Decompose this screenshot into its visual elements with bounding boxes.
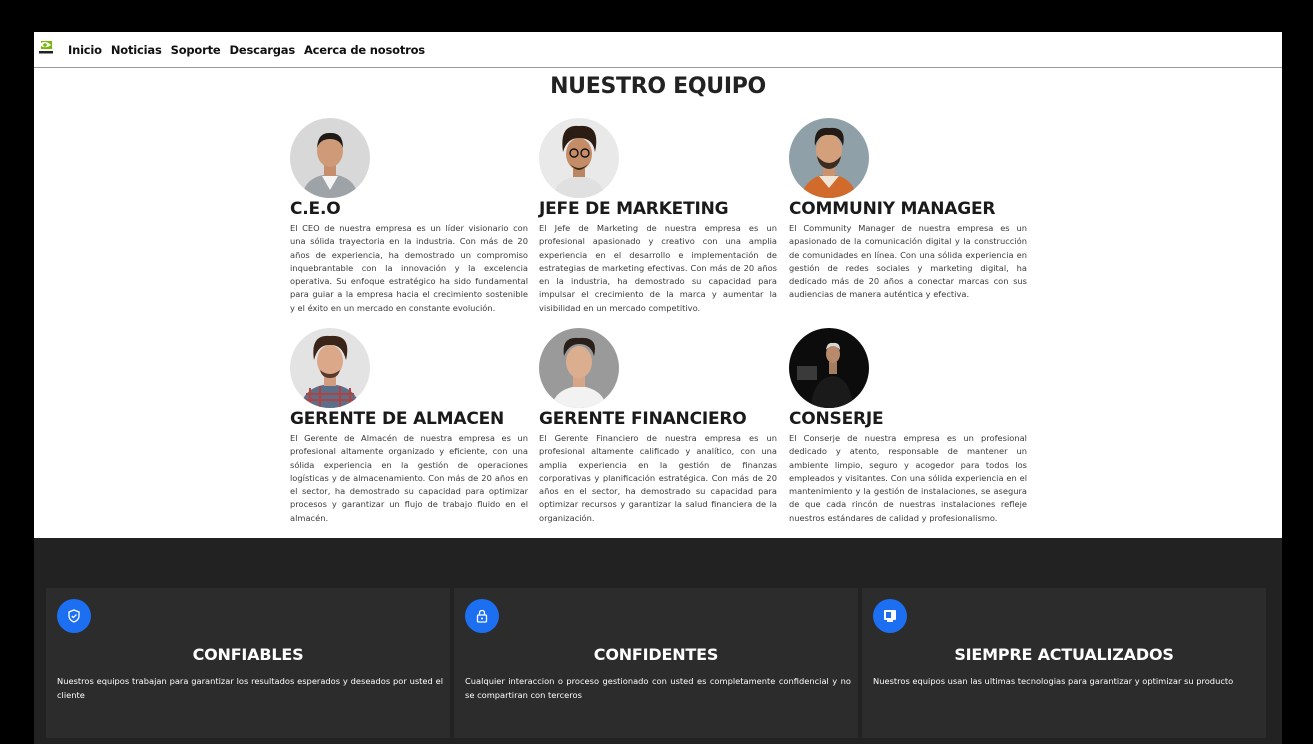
ceo-photo: [290, 118, 370, 198]
lock-icon: [465, 599, 499, 633]
member-description: El Conserje de nuestra empresa es un pro…: [789, 433, 1027, 523]
community-photo: [789, 118, 869, 198]
conserje-photo: [789, 328, 869, 408]
member-description: El CEO de nuestra empresa es un líder vi…: [290, 223, 528, 313]
almacen-photo: [290, 328, 370, 408]
member-title: CONSERJE: [789, 409, 884, 429]
member-title: JEFE DE MARKETING: [539, 199, 729, 219]
feature-title: CONFIABLES: [192, 645, 304, 664]
team-section-title: NUESTRO EQUIPO: [550, 74, 766, 99]
feature-card-confidentes: CONFIDENTES Cualquier interaccion o proc…: [454, 588, 858, 738]
nav-link-soporte[interactable]: Soporte: [171, 43, 221, 57]
team-member-conserje: CONSERJE El Conserje de nuestra empresa …: [789, 328, 1027, 525]
monitor-icon: [873, 599, 907, 633]
marketing-photo: [539, 118, 619, 198]
member-title: COMMUNIY MANAGER: [789, 199, 996, 219]
member-title: GERENTE DE ALMACEN: [290, 409, 505, 429]
page: Inicio Noticias Soporte Descargas Acerca…: [34, 32, 1282, 744]
feature-text: Nuestros equipos usan las ultimas tecnol…: [873, 676, 1234, 686]
nav-link-noticias[interactable]: Noticias: [111, 43, 162, 57]
feature-card-confiables: CONFIABLES Nuestros equipos trabajan par…: [46, 588, 450, 738]
member-description: El Jefe de Marketing de nuestra empresa …: [539, 223, 777, 313]
team-member-marketing: JEFE DE MARKETING El Jefe de Marketing d…: [539, 118, 777, 315]
team-member-ceo: C.E.O El CEO de nuestra empresa es un lí…: [290, 118, 528, 315]
nav-link-inicio[interactable]: Inicio: [68, 43, 102, 57]
nav-link-acerca[interactable]: Acerca de nosotros: [304, 43, 425, 57]
feature-text: Cualquier interaccion o proceso gestiona…: [465, 676, 851, 700]
financiero-photo: [539, 328, 619, 408]
nvidia-logo-icon[interactable]: [38, 40, 54, 55]
shield-check-icon: [57, 599, 91, 633]
feature-text: Nuestros equipos trabajan para garantiza…: [57, 676, 443, 700]
navbar: Inicio Noticias Soporte Descargas Acerca…: [34, 32, 1282, 68]
member-description: El Gerente de Almacén de nuestra empresa…: [290, 433, 528, 523]
member-description: El Community Manager de nuestra empresa …: [789, 223, 1027, 300]
team-member-almacen: GERENTE DE ALMACEN El Gerente de Almacén…: [290, 328, 528, 525]
member-title: GERENTE FINANCIERO: [539, 409, 747, 429]
nav-link-descargas[interactable]: Descargas: [230, 43, 296, 57]
member-title: C.E.O: [290, 199, 341, 219]
member-description: El Gerente Financiero de nuestra empresa…: [539, 433, 777, 523]
feature-card-actualizados: SIEMPRE ACTUALIZADOS Nuestros equipos us…: [862, 588, 1266, 738]
team-member-community: COMMUNIY MANAGER El Community Manager de…: [789, 118, 1027, 302]
team-member-financiero: GERENTE FINANCIERO El Gerente Financiero…: [539, 328, 777, 525]
feature-title: CONFIDENTES: [593, 645, 719, 664]
feature-title: SIEMPRE ACTUALIZADOS: [954, 645, 1174, 664]
features-section: CONFIABLES Nuestros equipos trabajan par…: [34, 538, 1282, 744]
